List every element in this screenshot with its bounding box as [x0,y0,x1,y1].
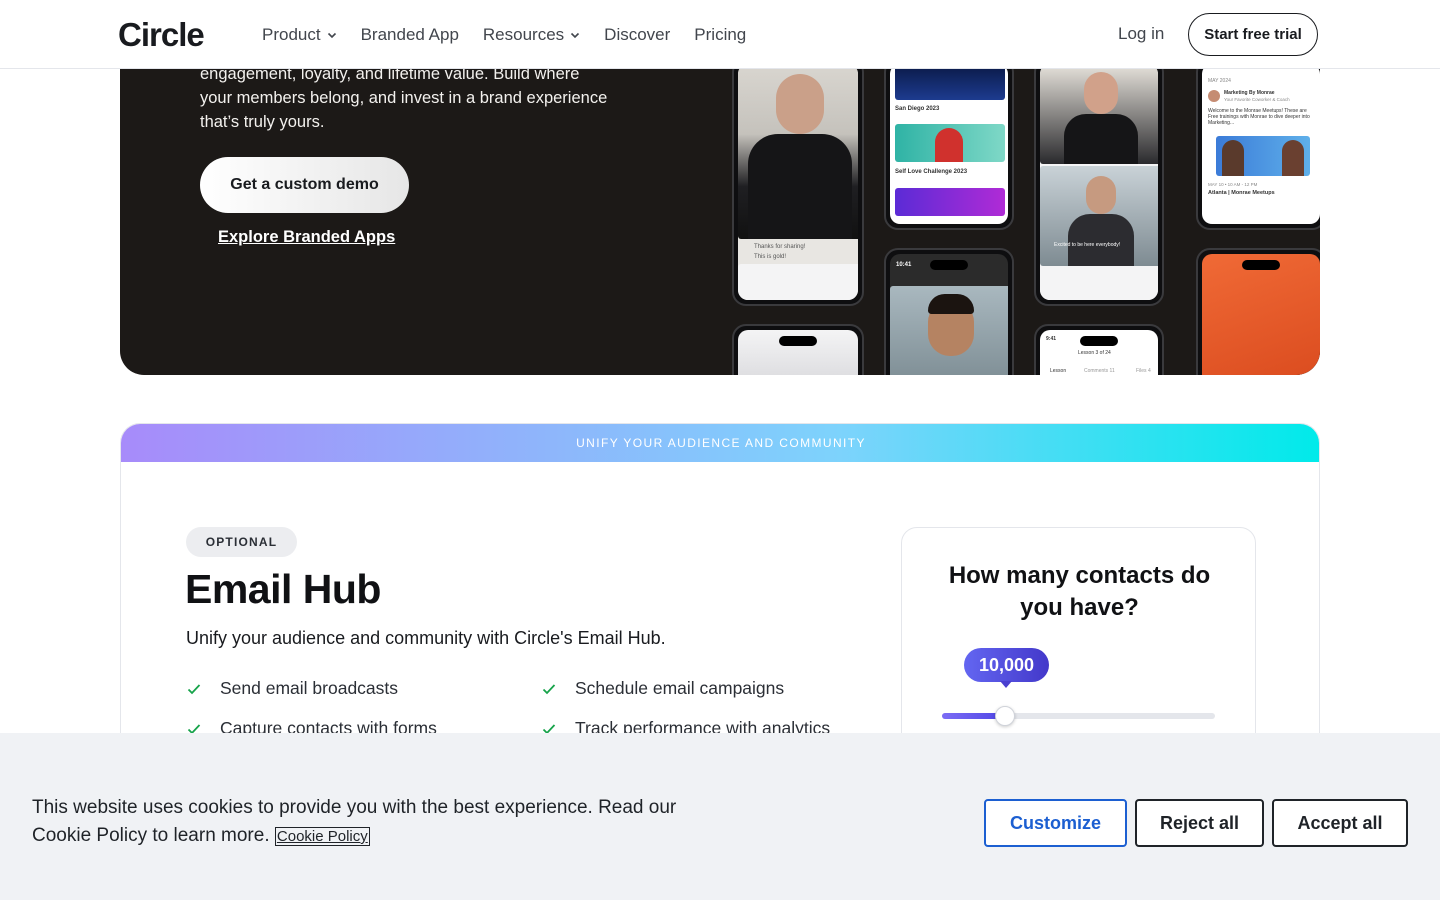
custom-demo-button[interactable]: Get a custom demo [200,157,409,213]
status-time: 10:41 [896,262,912,268]
circle-logo[interactable]: Circle [118,16,205,54]
dynamic-island [1080,336,1118,346]
optional-badge: OPTIONAL [186,527,297,557]
email-hub-title: Email Hub [185,566,381,612]
phone-mockup-3: Excited to be here everybody! [1034,58,1164,306]
post-author: Marketing By Monrae [1224,90,1275,96]
phone-screen [738,330,858,375]
feature-label: Send email broadcasts [220,678,399,698]
person-image [935,128,963,162]
phone-mockup-7 [1196,248,1320,375]
reject-all-button[interactable]: Reject all [1135,799,1264,847]
explore-branded-apps-link[interactable]: Explore Branded Apps [218,228,395,247]
contacts-slider[interactable] [942,706,1215,726]
cookie-message: This website uses cookies to provide you… [32,794,692,851]
status-time: 9:41 [1046,336,1057,342]
nav-link-label: Product [262,24,321,44]
call-controls [738,264,858,300]
nav-link-label: Resources [482,24,565,44]
dynamic-island [930,260,968,270]
section-banner: UNIFY YOUR AUDIENCE AND COMMUNITY [121,424,1319,462]
call-controls [1040,268,1158,300]
nav-link-resources[interactable]: Resources [483,25,580,45]
person-head-image [776,74,824,134]
person-image [1282,140,1304,176]
avatar [1208,90,1220,102]
lesson-tab: Lesson [1050,368,1067,374]
person-body-image [748,134,852,239]
nav-link-product[interactable]: Product [262,25,337,45]
contacts-value-bubble: 10,000 [964,648,1049,688]
nav-link-discover[interactable]: Discover [604,25,670,45]
nav-link-label: Branded App [360,24,459,44]
event-title: Atlanta | Monrae Meetups [1208,190,1275,196]
event-caption: San Diego 2023 [895,106,940,112]
dynamic-island [1242,260,1280,270]
event-image [895,66,1005,100]
feature-item: Send email broadcasts [186,678,398,699]
phone-screen: Thanks for sharing! This is gold! [738,64,858,300]
phone-mockup-1b [732,324,864,375]
event-time: MAY 10 • 10 AM - 12 PM [1208,182,1258,187]
post-subtitle: Your Favorite Coworker & Coach [1224,97,1290,102]
phone-screen: 10:41 [890,254,1008,375]
feature-item: Schedule email campaigns [541,678,784,699]
chevron-down-icon [571,32,580,38]
contacts-question: How many contacts do you have? [948,562,1211,621]
nav-link-pricing[interactable]: Pricing [694,25,746,45]
post-body: Welcome to the Monrae Meetups! These are… [1208,108,1310,126]
lesson-tab: Comments 11 [1084,368,1115,374]
chevron-down-icon [327,32,336,38]
event-image [895,188,1005,216]
post-header: MAY 2024 [1208,78,1231,84]
lesson-tab: Files 4 [1136,368,1151,374]
phone-mockup-1: Thanks for sharing! This is gold! [732,58,864,306]
person-head-image [1084,72,1118,114]
chat-message: Excited to be here everybody! [1054,242,1121,248]
phone-mockup-5: 10:41 [884,248,1014,375]
feature-label: Schedule email campaigns [575,678,785,698]
phone-screen: San Diego 2023 Self Love Challenge 2023 [890,64,1008,224]
person-head-image [1086,176,1116,214]
chat-message: Thanks for sharing! [754,244,806,250]
lesson-progress: Lesson 3 of 24 [1078,350,1111,356]
accept-all-button[interactable]: Accept all [1272,799,1408,847]
person-body-image [1068,214,1134,266]
nav-links: Product Branded App Resources Discover P… [262,0,746,69]
phone-mockup-4: MAY 2024 Marketing By Monrae Your Favori… [1196,58,1320,230]
customize-button[interactable]: Customize [984,799,1127,847]
cookie-policy-link[interactable]: Cookie Policy [274,827,370,846]
checkmark-icon [187,683,201,694]
hero-section: engagement, loyalty, and lifetime value.… [120,30,1320,375]
phone-mockup-6: 9:41 Lesson 3 of 24 Lesson Comments 11 F… [1034,324,1164,375]
chat-message: This is gold! [754,254,787,260]
top-nav: Circle Product Branded App Resources Dis… [0,0,1440,69]
nav-link-branded-app[interactable]: Branded App [361,25,459,45]
phone-screen [1202,254,1320,375]
checkmark-icon [542,683,556,694]
slider-thumb[interactable] [995,706,1015,726]
nav-link-label: Discover [604,24,671,44]
phone-screen: Excited to be here everybody! [1040,64,1158,300]
phone-screen: MAY 2024 Marketing By Monrae Your Favori… [1202,64,1320,224]
email-hub-subtitle: Unify your audience and community with C… [186,628,666,648]
nav-link-label: Pricing [694,24,747,44]
hero-description: engagement, loyalty, and lifetime value.… [200,65,608,131]
cookie-banner: This website uses cookies to provide you… [0,733,1440,900]
person-image [1222,140,1244,176]
start-free-trial-button[interactable]: Start free trial [1188,13,1318,56]
event-caption: Self Love Challenge 2023 [895,169,968,175]
login-link[interactable]: Log in [1118,24,1164,44]
phone-screen: 9:41 Lesson 3 of 24 Lesson Comments 11 F… [1040,330,1158,375]
person-hair-image [928,294,974,314]
person-body-image [1064,114,1138,164]
dynamic-island [779,336,817,346]
phone-mockup-2: San Diego 2023 Self Love Challenge 2023 [884,58,1014,230]
